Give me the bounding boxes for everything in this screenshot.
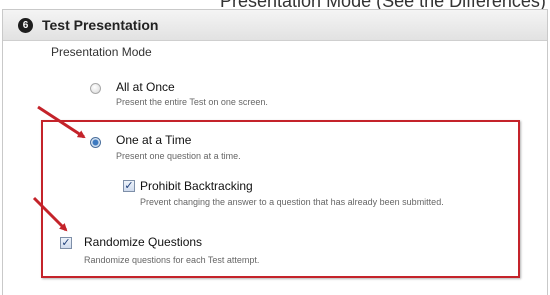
arrow-to-randomize-icon xyxy=(32,196,68,232)
arrow-to-one-at-a-time-icon xyxy=(37,105,86,139)
annotation-arrows xyxy=(32,105,86,232)
